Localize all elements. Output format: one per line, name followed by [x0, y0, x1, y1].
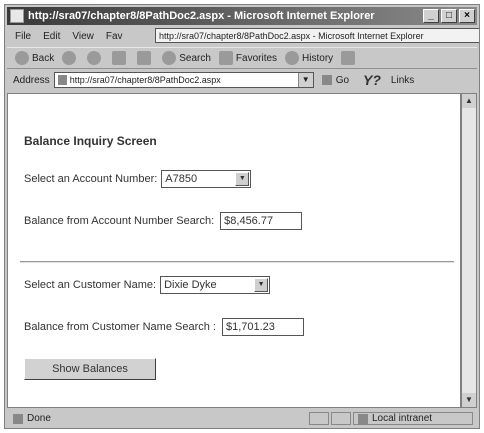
menu-bar: File Edit View Fav http://sra07/chapter8… — [7, 27, 479, 45]
scroll-up-icon[interactable]: ▲ — [462, 94, 476, 108]
search-label: Search — [179, 52, 211, 64]
page-status-icon — [13, 413, 23, 424]
status-done: Done — [13, 413, 309, 424]
minimize-button[interactable]: _ — [423, 9, 439, 23]
status-pane — [331, 412, 351, 425]
favorites-label: Favorites — [235, 52, 278, 64]
yahoo-logo-icon[interactable]: Y? — [363, 72, 381, 88]
customer-row: Select an Customer Name: Dixie Dyke ▼ — [24, 276, 271, 294]
scroll-down-icon[interactable]: ▼ — [462, 393, 476, 407]
chevron-down-icon[interactable]: ▼ — [254, 278, 269, 292]
address-url: http://sra07/chapter8/8PathDoc2.aspx — [69, 75, 221, 85]
favorites-icon — [218, 51, 233, 65]
menu-favorites[interactable]: Fav — [106, 31, 123, 42]
address-input[interactable]: http://sra07/chapter8/8PathDoc2.aspx ▼ — [53, 72, 314, 88]
chevron-down-icon[interactable]: ▼ — [235, 172, 250, 186]
refresh-icon — [112, 51, 127, 65]
security-zone: Local intranet — [353, 412, 473, 425]
customer-selected-value: Dixie Dyke — [164, 279, 217, 291]
back-button[interactable]: Back — [15, 51, 54, 65]
address-bar: Address http://sra07/chapter8/8PathDoc2.… — [7, 69, 477, 91]
customer-label: Select an Customer Name: — [24, 279, 157, 291]
balance-customer-row: Balance from Customer Name Search : $1,7… — [24, 318, 304, 336]
search-icon — [162, 51, 177, 65]
home-button[interactable] — [137, 51, 154, 65]
menu-view[interactable]: View — [72, 31, 94, 42]
status-bar: Done Local intranet — [7, 410, 477, 427]
back-label: Back — [32, 52, 55, 64]
refresh-button[interactable] — [112, 51, 129, 65]
go-button[interactable]: Go — [321, 74, 350, 86]
go-label: Go — [335, 74, 350, 86]
url-tooltip: http://sra07/chapter8/8PathDoc2.aspx - M… — [155, 28, 479, 43]
divider — [20, 261, 454, 263]
account-select[interactable]: A7850 ▼ — [161, 170, 252, 188]
maximize-button[interactable]: □ — [441, 9, 457, 23]
favorites-button[interactable]: Favorites — [218, 51, 278, 65]
go-arrow-icon — [321, 75, 332, 85]
home-icon — [137, 51, 152, 65]
mail-button[interactable] — [341, 51, 358, 65]
status-text: Done — [27, 413, 51, 424]
window-title: http://sra07/chapter8/8PathDoc2.aspx - M… — [28, 10, 375, 22]
close-button[interactable]: × — [459, 9, 475, 23]
links-button[interactable]: Links — [391, 75, 414, 86]
toolbar: Back Search Favorites History — [7, 47, 477, 69]
balance-customer-field[interactable]: $1,701.23 — [221, 318, 304, 336]
balance-customer-label: Balance from Customer Name Search : — [24, 321, 216, 333]
balance-account-label: Balance from Account Number Search: — [24, 215, 215, 227]
title-bar: http://sra07/chapter8/8PathDoc2.aspx - M… — [7, 7, 477, 25]
page-icon — [57, 75, 67, 85]
page-content: Balance Inquiry Screen Select an Account… — [7, 93, 461, 408]
search-button[interactable]: Search — [162, 51, 211, 65]
stop-button[interactable] — [87, 51, 104, 65]
mail-icon — [341, 51, 356, 65]
back-arrow-icon — [15, 51, 29, 65]
intranet-icon — [358, 413, 368, 424]
address-dropdown-icon[interactable]: ▼ — [297, 73, 313, 87]
account-label: Select an Account Number: — [24, 173, 158, 185]
history-icon — [285, 51, 300, 65]
vertical-scrollbar[interactable]: ▲ ▼ — [461, 93, 477, 408]
page-title: Balance Inquiry Screen — [24, 134, 157, 148]
status-pane — [309, 412, 329, 425]
forward-arrow-icon — [62, 51, 77, 65]
account-row: Select an Account Number: A7850 ▼ — [24, 170, 252, 188]
forward-button[interactable] — [62, 51, 79, 65]
stop-icon — [87, 51, 102, 65]
menu-file[interactable]: File — [15, 31, 31, 42]
account-selected-value: A7850 — [165, 173, 198, 185]
show-balances-button[interactable]: Show Balances — [24, 358, 156, 380]
balance-account-row: Balance from Account Number Search: $8,4… — [24, 212, 303, 230]
history-button[interactable]: History — [285, 51, 333, 65]
zone-label: Local intranet — [372, 413, 433, 424]
ie-icon — [10, 9, 24, 23]
menu-edit[interactable]: Edit — [43, 31, 60, 42]
customer-select[interactable]: Dixie Dyke ▼ — [160, 276, 271, 294]
browser-window: http://sra07/chapter8/8PathDoc2.aspx - M… — [4, 4, 480, 429]
history-label: History — [302, 52, 334, 64]
address-label: Address — [13, 74, 50, 86]
balance-account-field[interactable]: $8,456.77 — [220, 212, 303, 230]
